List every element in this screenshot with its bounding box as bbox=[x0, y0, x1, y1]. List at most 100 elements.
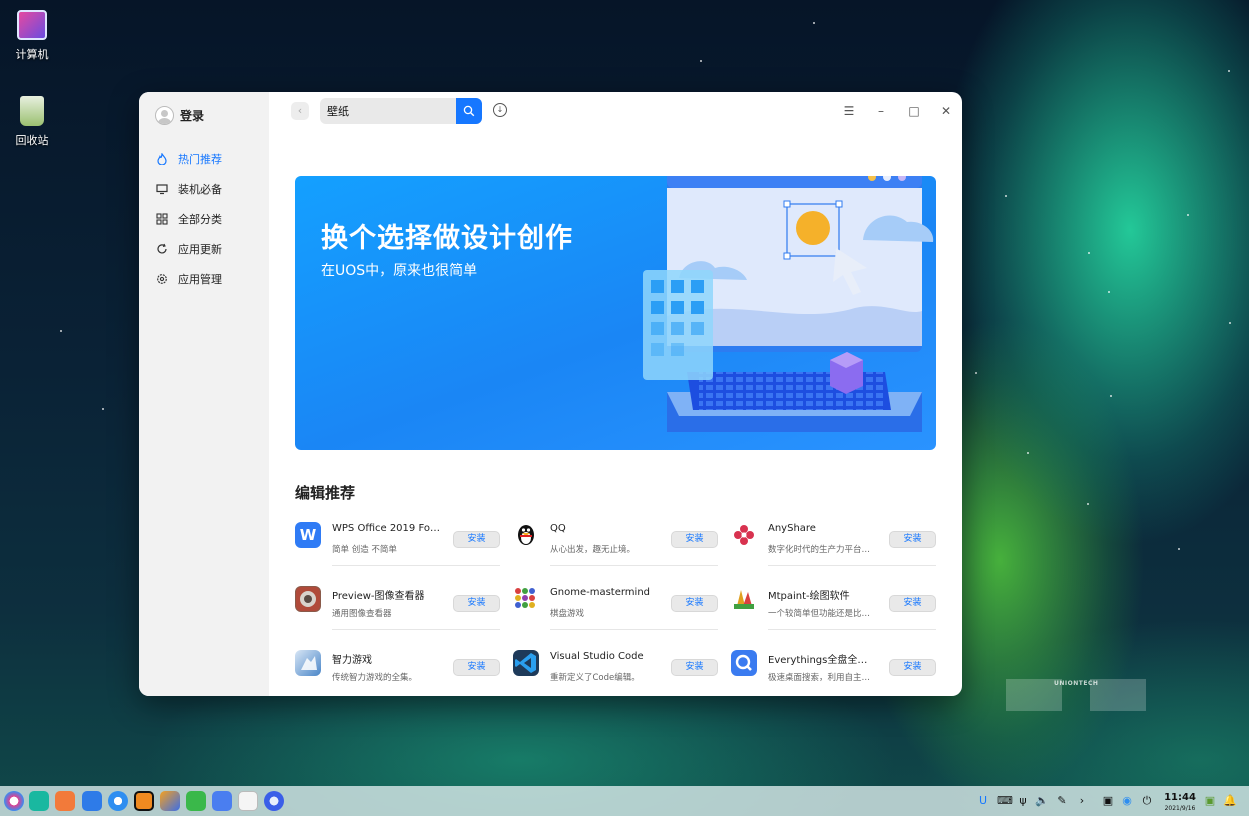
install-button[interactable]: 安装 bbox=[889, 531, 936, 548]
music-icon[interactable] bbox=[186, 791, 206, 811]
install-button[interactable]: 安装 bbox=[453, 659, 500, 676]
qq-penguin-icon bbox=[513, 522, 539, 548]
taskbar-clock-time[interactable]: 11:44 bbox=[1163, 792, 1197, 803]
install-button[interactable]: 安装 bbox=[453, 531, 500, 548]
app-desc: 通用图像查看器 bbox=[332, 609, 392, 619]
divider bbox=[550, 629, 718, 630]
desktop-icon-computer[interactable]: 计算机 bbox=[8, 10, 56, 62]
design-illustration bbox=[643, 176, 934, 432]
maximize-icon: □ bbox=[908, 104, 920, 118]
sidebar-item-categories[interactable]: 全部分类 bbox=[139, 204, 269, 234]
app-card-vscode[interactable]: Visual Studio Code 重新定义了Code编辑。 安装 bbox=[513, 646, 718, 694]
download-button[interactable]: ↓ bbox=[493, 103, 507, 117]
app-name: 智力游戏 bbox=[332, 655, 372, 666]
sidebar: 登录 热门推荐 装机必备 全部分类 应用更新 应用管理 bbox=[139, 92, 269, 696]
input-method-icon[interactable]: U bbox=[976, 794, 990, 808]
app-card-everythings[interactable]: Everythings全盘全文… 极速桌面搜索，利用自主研… 安装 bbox=[731, 646, 936, 694]
search-icon bbox=[463, 105, 475, 117]
app-desc: 数字化时代的生产力平台，… bbox=[768, 545, 876, 555]
app-card-puzzle-games[interactable]: 智力游戏 传统智力游戏的全集。 安装 bbox=[295, 646, 500, 694]
sidebar-nav: 热门推荐 装机必备 全部分类 应用更新 应用管理 bbox=[139, 144, 269, 294]
settings-icon[interactable] bbox=[264, 791, 284, 811]
monitor-icon bbox=[156, 183, 168, 195]
sidebar-item-manage[interactable]: 应用管理 bbox=[139, 264, 269, 294]
login-button[interactable]: 登录 bbox=[155, 106, 204, 125]
install-button[interactable]: 安装 bbox=[889, 659, 936, 676]
app-desc: 一个较简单但功能还是比较… bbox=[768, 609, 876, 619]
hero-banner[interactable]: 换个选择做设计创作 在UOS中，原来也很简单 bbox=[295, 176, 936, 450]
app-name: Everythings全盘全文… bbox=[768, 655, 876, 666]
app-card-mtpaint[interactable]: Mtpaint-绘图软件 一个较简单但功能还是比较… 安装 bbox=[731, 582, 936, 630]
everything-search-icon bbox=[731, 650, 757, 676]
usb-icon[interactable]: ψ bbox=[1016, 794, 1030, 808]
sidebar-item-label: 装机必备 bbox=[178, 183, 222, 196]
section-title-editor-picks: 编辑推荐 bbox=[295, 484, 356, 502]
sidebar-item-label: 应用更新 bbox=[178, 243, 222, 256]
volume-icon[interactable]: 🔈 bbox=[1035, 794, 1049, 808]
anyshare-icon bbox=[731, 522, 757, 548]
multitask-view-icon[interactable] bbox=[29, 791, 49, 811]
topbar: ‹ ↓ ☰ – □ ✕ bbox=[269, 92, 962, 130]
install-button[interactable]: 安装 bbox=[671, 595, 718, 612]
desktop-icon-trash[interactable]: 回收站 bbox=[8, 96, 56, 148]
chevron-right-icon[interactable]: › bbox=[1075, 794, 1089, 808]
install-button[interactable]: 安装 bbox=[671, 531, 718, 548]
wps-icon: W bbox=[295, 522, 321, 548]
image-viewer-icon bbox=[295, 586, 321, 612]
install-button[interactable]: 安装 bbox=[671, 659, 718, 676]
app-name: AnyShare bbox=[768, 523, 816, 534]
computer-icon bbox=[17, 10, 47, 40]
document-viewer-icon[interactable] bbox=[212, 791, 232, 811]
app-card-wps[interactable]: W WPS Office 2019 For Li… 简单 创造 不简单 安装 bbox=[295, 518, 500, 566]
sidebar-item-essentials[interactable]: 装机必备 bbox=[139, 174, 269, 204]
power-icon[interactable]: ⏻ bbox=[1140, 794, 1154, 808]
browser-icon[interactable] bbox=[108, 791, 128, 811]
network-icon[interactable]: ◉ bbox=[1120, 794, 1134, 808]
app-card-qq[interactable]: QQ 从心出发，趣无止境。 安装 bbox=[513, 518, 718, 566]
trash-icon bbox=[20, 96, 44, 126]
flame-icon bbox=[156, 152, 168, 166]
keyboard-icon[interactable]: ⌨ bbox=[997, 794, 1013, 808]
app-name: Preview-图像查看器 bbox=[332, 591, 425, 602]
pen-icon[interactable]: ✎ bbox=[1055, 794, 1069, 808]
sidebar-item-label: 热门推荐 bbox=[178, 153, 222, 166]
divider bbox=[768, 565, 936, 566]
refresh-icon bbox=[156, 243, 168, 255]
app-card-preview[interactable]: Preview-图像查看器 通用图像查看器 安装 bbox=[295, 582, 500, 630]
download-icon: ↓ bbox=[496, 105, 504, 114]
trash-tray-icon[interactable]: ▣ bbox=[1203, 794, 1217, 808]
app-desc: 极速桌面搜索，利用自主研… bbox=[768, 673, 876, 683]
sidebar-item-label: 应用管理 bbox=[178, 273, 222, 286]
menu-button[interactable]: ☰ bbox=[841, 103, 857, 119]
notification-bell-icon[interactable]: 🔔 bbox=[1223, 794, 1237, 808]
divider bbox=[332, 565, 500, 566]
taskbar: U ⌨ ψ 🔈 ✎ › ▣ ◉ ⏻ ▣ 🔔 bbox=[0, 786, 1249, 816]
app-desc: 重新定义了Code编辑。 bbox=[550, 673, 640, 683]
menu-icon: ☰ bbox=[843, 104, 855, 118]
app-name: Mtpaint-绘图软件 bbox=[768, 591, 850, 602]
display-icon[interactable]: ▣ bbox=[1101, 794, 1115, 808]
install-button[interactable]: 安装 bbox=[889, 595, 936, 612]
uniontech-watermark: UNIONTECH bbox=[1006, 676, 1146, 712]
app-desc: 简单 创造 不简单 bbox=[332, 545, 397, 555]
sidebar-item-updates[interactable]: 应用更新 bbox=[139, 234, 269, 264]
image-viewer-icon[interactable] bbox=[160, 791, 180, 811]
taskbar-clock-date[interactable]: 2021/9/16 bbox=[1160, 805, 1200, 812]
app-card-mastermind[interactable]: Gnome-mastermind 棋盘游戏 安装 bbox=[513, 582, 718, 630]
sidebar-item-hot[interactable]: 热门推荐 bbox=[139, 144, 269, 174]
search-input[interactable] bbox=[320, 98, 450, 124]
app-card-anyshare[interactable]: AnyShare 数字化时代的生产力平台，… 安装 bbox=[731, 518, 936, 566]
close-button[interactable]: ✕ bbox=[938, 103, 954, 119]
calendar-store-icon[interactable] bbox=[82, 791, 102, 811]
login-label: 登录 bbox=[180, 109, 205, 123]
launcher-icon[interactable] bbox=[4, 791, 24, 811]
desktop-icon-label: 回收站 bbox=[15, 134, 49, 147]
calendar-icon[interactable] bbox=[238, 791, 258, 811]
maximize-button[interactable]: □ bbox=[906, 103, 922, 119]
app-store-icon[interactable] bbox=[134, 791, 154, 811]
file-manager-icon[interactable] bbox=[55, 791, 75, 811]
minimize-button[interactable]: – bbox=[873, 103, 889, 119]
install-button[interactable]: 安装 bbox=[453, 595, 500, 612]
back-button[interactable]: ‹ bbox=[291, 102, 309, 120]
search-button[interactable] bbox=[456, 98, 482, 124]
